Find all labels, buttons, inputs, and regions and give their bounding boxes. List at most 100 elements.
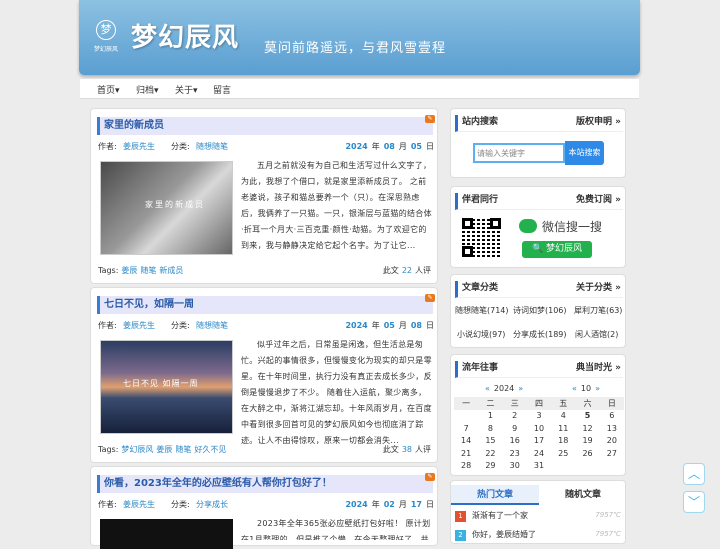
nav-item-guestbook[interactable]: 留言 (213, 83, 231, 96)
date-month: 02 (383, 500, 395, 509)
widget-header: 伴君同行 免费订阅 » (455, 193, 623, 210)
post-thumbnail[interactable] (100, 519, 233, 549)
chevron-up-icon: ︿ (687, 467, 700, 481)
calendar-day[interactable]: 28 (454, 460, 478, 473)
category-item[interactable]: 闲人酒馆(2) (575, 329, 618, 340)
post-tags: Tags: 梦幻辰风 姜辰 随笔 好久不见 (98, 444, 226, 455)
scroll-bottom-button[interactable]: ﹀ (683, 491, 705, 513)
author-link[interactable]: 姜辰先生 (123, 320, 155, 331)
calendar-day[interactable]: 25 (551, 447, 575, 460)
search-input[interactable]: 请输入关键字 (473, 143, 565, 163)
post-title[interactable]: 七日不见，如隔一周 (97, 296, 433, 314)
calendar-day[interactable]: 17 (527, 435, 551, 448)
post-excerpt: 似乎过年之后，日常虽是闲逸，但生活总是匆忙。兴起的事情很多，但慢慢变化为现实的却… (241, 340, 432, 445)
calendar-day[interactable]: 19 (575, 435, 599, 448)
calendar-day[interactable]: 10 (527, 422, 551, 435)
calendar-day[interactable]: 16 (503, 435, 527, 448)
nav-item-home[interactable]: 首页▾ (97, 83, 120, 96)
calendar-day[interactable]: 8 (478, 422, 502, 435)
nav-item-archive[interactable]: 归档▾ (136, 83, 159, 96)
scroll-top-button[interactable]: ︿ (683, 463, 705, 485)
tag-link[interactable]: 随笔 (140, 266, 156, 275)
tag-link[interactable]: 梦幻辰风 (121, 445, 153, 454)
calendar-day[interactable]: 6 (600, 410, 624, 423)
calendar-day[interactable]: 18 (551, 435, 575, 448)
date-day-unit: 日 (426, 142, 434, 151)
calendar-day[interactable]: 15 (478, 435, 502, 448)
calendar-day[interactable]: 3 (527, 410, 551, 423)
subscribe-link[interactable]: 免费订阅 » (576, 193, 621, 208)
category-item[interactable]: 随想随笔(714) (455, 305, 509, 316)
calendar-day[interactable]: 23 (503, 447, 527, 460)
wechat-follow-button[interactable]: 🔍 梦幻辰风 (522, 241, 592, 258)
date-month-unit: 月 (398, 142, 407, 151)
author-label: 作者: (98, 321, 117, 330)
search-button[interactable]: 本站搜索 (565, 141, 604, 165)
wechat-search-text: 微信搜一搜 (542, 220, 603, 234)
about-categories-link[interactable]: 关于分类 » (576, 281, 621, 296)
category-item[interactable]: 诗词如梦(106) (513, 305, 567, 316)
author-link[interactable]: 姜辰先生 (123, 499, 155, 510)
tag-link[interactable]: 随笔 (175, 445, 191, 454)
nav-item-about[interactable]: 关于▾ (175, 83, 198, 96)
widget-title: 伴君同行 (462, 195, 499, 205)
calendar-day[interactable]: 24 (527, 447, 551, 460)
category-link[interactable]: 随想随笔 (196, 320, 228, 331)
calendar-day[interactable]: 13 (600, 422, 624, 435)
hot-post-item[interactable]: 1 渐渐有了一个家 7957℃ (455, 510, 623, 522)
calendar-day[interactable]: 1 (478, 410, 502, 423)
tag-link[interactable]: 姜辰 (156, 445, 172, 454)
calendar-day[interactable]: 7 (454, 422, 478, 435)
copyright-link[interactable]: 版权申明 » (576, 115, 621, 130)
archive-link[interactable]: 典当时光 » (576, 361, 621, 376)
next-year-button[interactable]: » (518, 384, 523, 393)
tab-random-posts[interactable]: 随机文章 (539, 485, 627, 505)
author-link[interactable]: 姜辰先生 (123, 141, 155, 152)
calendar-day[interactable]: 12 (575, 422, 599, 435)
category-link[interactable]: 分享成长 (196, 499, 228, 510)
calendar-month: 10 (580, 384, 592, 393)
date-year: 2024 (345, 500, 368, 509)
calendar-day-today[interactable]: 5 (575, 410, 599, 423)
post-thumbnail[interactable]: 七日不见 如隔一周 (100, 340, 233, 434)
calendar-day[interactable]: 22 (478, 447, 502, 460)
post-card: 家里的新成员 ✎ 作者: 姜辰先生 分类: 随想随笔 2024 年 08 月 05 日 家… (90, 108, 438, 284)
hot-post-item[interactable]: 2 你好，姜辰结婚了 7957℃ (455, 529, 623, 541)
tab-hot-posts[interactable]: 热门文章 (451, 485, 539, 505)
calendar-day[interactable]: 31 (527, 460, 551, 473)
calendar-day[interactable]: 20 (600, 435, 624, 448)
calendar-day[interactable]: 30 (503, 460, 527, 473)
next-month-button[interactable]: » (595, 384, 600, 393)
category-item[interactable]: 犀利刀笔(63) (574, 305, 622, 316)
category-item[interactable]: 小说幻境(97) (457, 329, 505, 340)
calendar-day[interactable]: 26 (575, 447, 599, 460)
site-logo[interactable]: 梦 梦幻辰风 (91, 20, 121, 56)
prev-month-button[interactable]: « (572, 384, 577, 393)
post-thumbnail[interactable]: 家里的新成员 (100, 161, 233, 255)
prev-year-button[interactable]: « (485, 384, 490, 393)
calendar-day[interactable]: 27 (600, 447, 624, 460)
calendar-year: 2024 (493, 384, 515, 393)
calendar-day[interactable]: 4 (551, 410, 575, 423)
calendar-day (600, 460, 624, 473)
category-link[interactable]: 随想随笔 (196, 141, 228, 152)
calendar-day[interactable]: 14 (454, 435, 478, 448)
site-title[interactable]: 梦幻辰风 (131, 17, 239, 54)
category-item[interactable]: 分享成长(189) (513, 329, 567, 340)
tag-link[interactable]: 好久不见 (194, 445, 226, 454)
post-title[interactable]: 家里的新成员 (97, 117, 433, 135)
month-nav: «10» (568, 384, 604, 393)
calendar-day[interactable]: 9 (503, 422, 527, 435)
calendar-day[interactable]: 2 (503, 410, 527, 423)
post-title[interactable]: 你看，2023年全年的必应壁纸有人帮你打包好了！ (97, 475, 433, 493)
tag-link[interactable]: 新成员 (159, 266, 183, 275)
qr-code-icon (462, 218, 501, 257)
date-day-unit: 日 (426, 500, 434, 509)
calendar-day[interactable]: 21 (454, 447, 478, 460)
calendar-day[interactable]: 29 (478, 460, 502, 473)
tag-link[interactable]: 姜辰 (121, 266, 137, 275)
category-label: 分类: (171, 500, 190, 509)
calendar-day[interactable]: 11 (551, 422, 575, 435)
post-card: 你看，2023年全年的必应壁纸有人帮你打包好了！ ✎ 作者: 姜辰先生 分类: … (90, 466, 438, 549)
comment-bubble-icon: ✎ (425, 473, 435, 481)
